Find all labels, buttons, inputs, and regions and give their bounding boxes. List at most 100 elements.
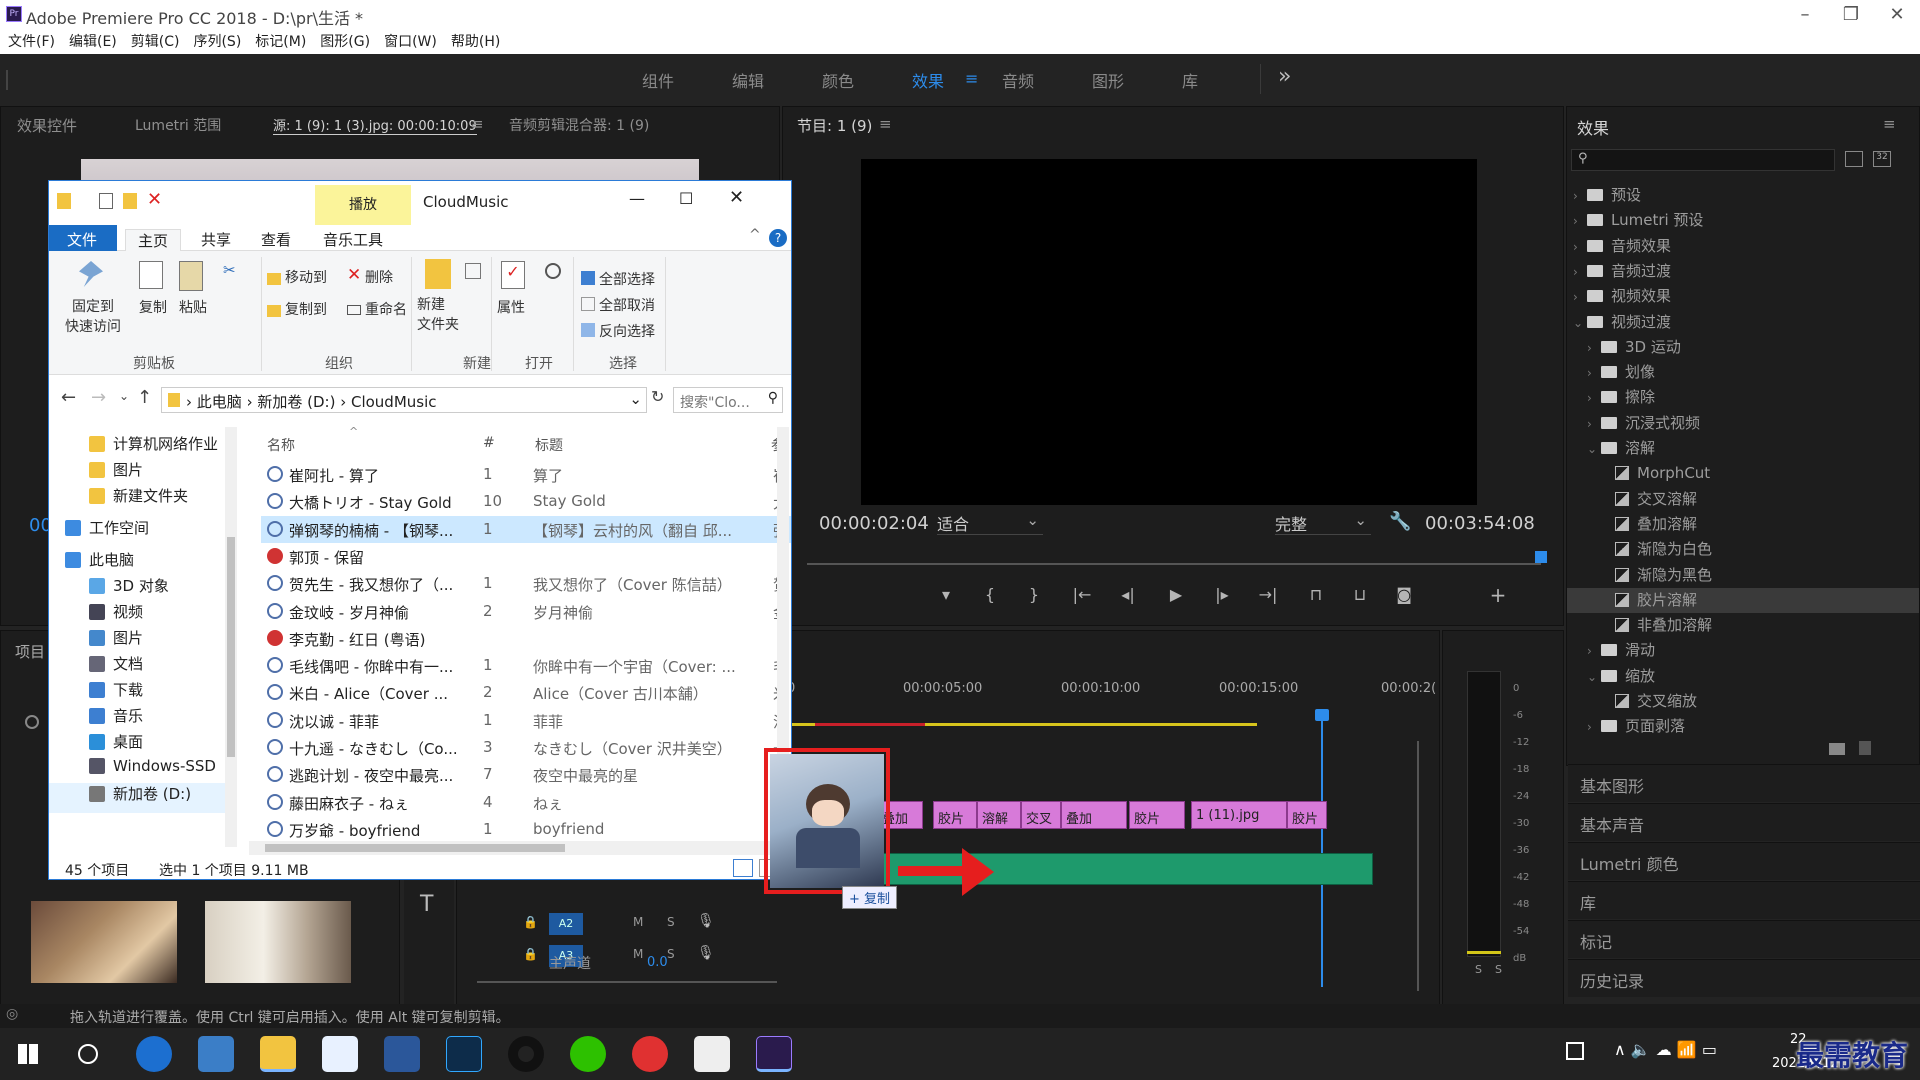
step-back-icon[interactable]: ◂| [1113,585,1143,604]
recent-dropdown[interactable]: ⌄ [119,389,129,403]
chevron-right-icon[interactable]: › [1587,639,1601,663]
track-target[interactable]: A2 [549,913,583,935]
workspace-menu-icon[interactable]: ≡ [965,69,978,88]
column-header[interactable]: # [483,435,495,451]
context-tab-play[interactable]: 播放 [315,185,411,225]
play-icon[interactable]: ▶ [1161,585,1191,604]
file-row[interactable]: 贺先生 - 我又想你了（...1我又想你了（Cover 陈信喆）贺 [261,570,791,597]
address-bar[interactable]: › 此电脑 › 新加卷 (D:) › CloudMusic ⌄ [161,387,647,413]
solo-button[interactable]: S [667,947,675,961]
copy-to-button[interactable]: 复制到 [285,299,327,319]
details-view-button[interactable] [733,859,753,877]
delete-quick-icon[interactable]: ✕ [147,189,162,210]
side-panel-tab[interactable]: 基本图形 [1568,764,1920,802]
file-row[interactable]: 逃跑计划 - 夜空中最亮...7夜空中最亮的星逃 [261,761,791,788]
menu-item[interactable]: 剪辑(C) [131,30,180,54]
mark-in-icon[interactable]: { [975,585,1005,604]
solitaire-icon[interactable] [694,1036,730,1072]
effects-menu-icon[interactable]: ≡ [1883,115,1896,133]
tray-icons[interactable]: ∧ 🔈 ☁ 📶 ▭ [1614,1040,1717,1059]
breadcrumb-item[interactable]: 新加卷 (D:) [257,393,335,411]
side-panel-tab[interactable]: 历史记录 [1568,959,1920,997]
photos-icon[interactable] [198,1036,234,1072]
workspace-tab[interactable]: 效果 [912,68,944,92]
minimize-button[interactable]: – [1782,2,1828,28]
video-clip[interactable]: 胶片 [933,801,977,829]
trash-icon[interactable] [1859,741,1871,755]
file-row[interactable]: 崔阿扎 - 算了1算了崔 [261,461,791,488]
edge-icon[interactable] [136,1036,172,1072]
select-none-button[interactable]: 全部取消 [599,295,655,315]
column-header[interactable]: 标题 [535,435,563,455]
effects-item[interactable]: MorphCut [1567,461,1919,486]
extract-icon[interactable]: ⊔ [1345,585,1375,604]
thumbnail-2[interactable] [205,901,351,983]
list-scrollbar-h[interactable] [249,841,777,855]
32bit-effects-icon[interactable]: 32 [1873,151,1891,167]
effects-item[interactable]: 渐隐为黑色 [1567,563,1919,588]
workspace-tab[interactable]: 颜色 [822,68,854,92]
file-row[interactable]: 大橋トリオ - Stay Gold10Stay Gold大 [261,488,791,515]
chevron-down-icon[interactable]: ⌄ [1573,311,1587,335]
chevron-right-icon[interactable]: › [1573,184,1587,208]
voiceover-mic-icon[interactable]: 🎙 [697,945,715,961]
menu-item[interactable]: 序列(S) [193,30,241,54]
video-clip[interactable]: 胶片 [1287,801,1327,829]
paste-button[interactable]: 粘贴 [179,297,207,317]
tab-menu-icon[interactable]: ≡ [471,115,484,133]
side-panel-tab[interactable]: 基本声音 [1568,803,1920,841]
menu-item[interactable]: 图形(G) [320,30,370,54]
select-all-button[interactable]: 全部选择 [599,269,655,289]
chevron-down-icon[interactable]: ⌄ [1587,437,1601,461]
effects-item[interactable]: 渐隐为白色 [1567,537,1919,562]
effects-item[interactable]: 非叠加溶解 [1567,613,1919,638]
open-icon[interactable] [545,263,561,279]
column-header[interactable]: 名称 [267,435,295,455]
ribbon-tab[interactable]: 查看 [261,229,291,250]
file-row[interactable]: 李克勤 - 红日 (粤语) [261,625,791,652]
playhead-marker[interactable] [1535,551,1547,563]
ribbon-tab[interactable]: 共享 [201,229,231,250]
effects-item[interactable]: 交叉缩放 [1567,689,1919,714]
explorer-maximize-button[interactable]: ☐ [679,189,693,208]
search-circle-icon[interactable] [78,1044,98,1064]
effects-item[interactable]: › 划像 [1567,360,1919,385]
breadcrumb-chevron-icon[interactable]: › [186,393,197,411]
side-panel-tab[interactable]: Lumetri 颜色 [1568,842,1920,880]
forward-button[interactable]: → [91,387,106,408]
wrench-icon[interactable]: 🔧 [1389,511,1411,532]
properties-button[interactable]: 属性 [497,297,525,317]
effects-item[interactable]: ⌄ 溶解 [1567,436,1919,461]
refresh-button[interactable]: ↻ [651,387,664,406]
ribbon-tab[interactable]: 主页 [125,229,182,251]
effects-item[interactable]: ⌄ 缩放 [1567,664,1919,689]
new-item-icon[interactable] [465,263,481,279]
voiceover-mic-icon[interactable]: 🎙 [697,913,715,929]
effects-item[interactable]: › 视频效果 [1567,284,1919,309]
quality-dropdown[interactable]: 完整 ⌄ [1275,511,1371,535]
tab-program[interactable]: 节目: 1 (9) [797,115,872,136]
qq-icon[interactable] [508,1036,544,1072]
baidu-netdisk-icon[interactable] [322,1036,358,1072]
tab-lumetri-scopes[interactable]: Lumetri 范围 [135,115,221,135]
move-to-button[interactable]: 移动到 [285,267,327,287]
lock-icon[interactable]: 🔒 [523,947,538,961]
menu-item[interactable]: 帮助(H) [451,30,500,54]
breadcrumb-item[interactable]: CloudMusic [351,393,437,411]
go-to-out-icon[interactable]: →| [1253,585,1283,604]
workspace-tab[interactable]: 音频 [1002,68,1034,92]
chevron-right-icon[interactable]: › [1587,412,1601,436]
effects-item[interactable]: ⌄ 视频过渡 [1567,310,1919,335]
file-row[interactable]: 沈以诚 - 菲菲1菲菲沈 [261,707,791,734]
program-scrubber[interactable] [807,563,1541,565]
tab-source[interactable]: 源: 1 (9): 1 (3).jpg: 00:00:10:09 [273,115,477,135]
chevron-right-icon[interactable]: › [1573,209,1587,233]
workspace-tab[interactable]: 组件 [642,68,674,92]
photoshop-icon[interactable] [446,1036,482,1072]
rename-button[interactable]: 重命名 [365,299,407,319]
master-track-value[interactable]: 0.0 [647,955,668,970]
effects-item[interactable]: › Lumetri 预设 [1567,208,1919,233]
menu-item[interactable]: 标记(M) [255,30,306,54]
ime-icon[interactable] [1566,1042,1584,1060]
lift-icon[interactable]: ⊓ [1301,585,1331,604]
